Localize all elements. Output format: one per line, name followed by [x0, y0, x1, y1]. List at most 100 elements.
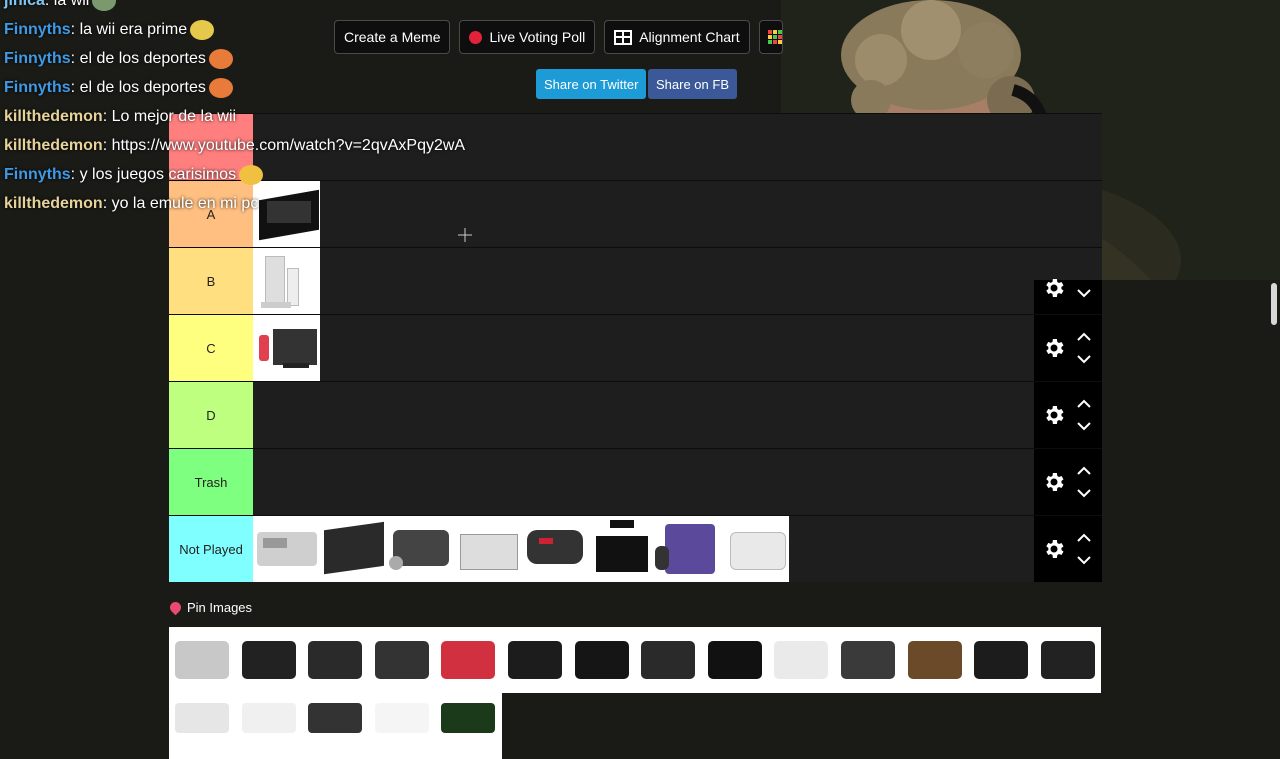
console-image[interactable] [588, 516, 655, 582]
chevron-down-icon[interactable] [1077, 556, 1091, 565]
console-image[interactable] [1034, 627, 1102, 693]
tier-row-b: B [169, 247, 1102, 314]
console-image[interactable] [521, 516, 588, 582]
image-pool [169, 627, 1102, 759]
chat-message: killthedemon: https://www.youtube.com/wa… [4, 131, 524, 160]
console-image[interactable] [834, 627, 902, 693]
tier-label-trash[interactable]: Trash [169, 449, 253, 515]
chevron-up-icon[interactable] [1077, 533, 1091, 542]
more-tools-button[interactable] [758, 20, 783, 54]
console-image[interactable] [302, 693, 369, 759]
chat-text: : yo la emule en mi pc [102, 195, 259, 212]
emote-icon [239, 164, 264, 185]
tier-items-c[interactable] [253, 315, 320, 381]
console-image[interactable] [568, 627, 636, 693]
console-image[interactable] [253, 315, 320, 381]
chat-username: Finnyths [4, 50, 71, 67]
console-image[interactable] [435, 627, 502, 693]
chat-text: : https://www.youtube.com/watch?v=2qvAxP… [102, 137, 466, 154]
tier-label-b[interactable]: B [169, 248, 253, 314]
chat-text: : el de los deportes [70, 79, 206, 96]
tier-controls [1034, 382, 1102, 448]
emote-icon [208, 77, 233, 98]
chat-username: killthedemon [4, 195, 103, 212]
gear-icon[interactable] [1042, 537, 1066, 561]
console-image[interactable] [302, 627, 369, 693]
console-image[interactable] [253, 516, 320, 582]
tier-row-d: D [169, 381, 1102, 448]
console-image[interactable] [320, 516, 387, 582]
gear-icon[interactable] [1042, 470, 1066, 494]
console-image[interactable] [435, 693, 502, 759]
chat-message: killthedemon: Lo mejor de la wii [4, 102, 524, 131]
console-image[interactable] [635, 627, 702, 693]
chat-username: Finnyths [4, 21, 71, 38]
chat-text: : Lo mejor de la wii [102, 108, 237, 125]
console-image[interactable] [722, 516, 789, 582]
chat-username: jinica [4, 0, 45, 9]
tier-row-c: C [169, 314, 1102, 381]
chevron-up-icon[interactable] [1077, 399, 1091, 408]
chat-text: : la wii [44, 0, 90, 9]
tier-label-not-played[interactable]: Not Played [169, 516, 253, 582]
chevron-down-icon[interactable] [1077, 489, 1091, 498]
chat-username: killthedemon [4, 137, 103, 154]
tier-items-b[interactable] [253, 248, 320, 314]
console-image[interactable] [169, 693, 236, 759]
tier-controls [1034, 516, 1102, 582]
console-image[interactable] [235, 693, 303, 759]
scrollbar[interactable] [1271, 283, 1277, 325]
chat-username: killthedemon [4, 108, 103, 125]
tier-controls [1034, 449, 1102, 515]
console-image[interactable] [253, 248, 320, 314]
gear-icon[interactable] [1042, 276, 1066, 300]
console-image[interactable] [655, 516, 722, 582]
console-image[interactable] [387, 516, 454, 582]
tier-controls-partial [1034, 279, 1102, 314]
tier-label-d[interactable]: D [169, 382, 253, 448]
emote-icon [208, 48, 233, 69]
console-image[interactable] [368, 693, 436, 759]
pin-images-toggle[interactable]: Pin Images [167, 599, 253, 616]
chat-message: Finnyths: la wii era prime [4, 15, 524, 44]
chat-overlay: jinica: la wii Finnyths: la wii era prime… [4, 0, 524, 218]
console-image[interactable] [768, 627, 835, 693]
chat-message: Finnyths: el de los deportes [4, 73, 524, 102]
chevron-up-icon[interactable] [1077, 466, 1091, 475]
chat-message: Finnyths: y los juegos carisimos [4, 160, 524, 189]
chevron-down-icon[interactable] [1077, 422, 1091, 431]
grid-icon [614, 29, 633, 45]
gear-icon[interactable] [1042, 403, 1066, 427]
chat-username: Finnyths [4, 166, 71, 183]
console-image[interactable] [968, 627, 1035, 693]
console-image[interactable] [901, 627, 969, 693]
chevron-up-icon[interactable] [1077, 332, 1091, 341]
alignment-chart-button[interactable]: Alignment Chart [604, 20, 750, 54]
chevron-down-icon[interactable] [1077, 289, 1091, 298]
crosshair-cursor-icon [458, 228, 472, 242]
chat-text: : la wii era prime [70, 21, 188, 38]
tier-items-not-played[interactable] [253, 516, 789, 582]
chat-username: Finnyths [4, 79, 71, 96]
console-image[interactable] [701, 627, 769, 693]
tier-row-not-played: Not Played [169, 515, 1102, 582]
chat-message: jinica: la wii [4, 0, 524, 15]
emote-icon [190, 19, 215, 40]
tier-label-c[interactable]: C [169, 315, 253, 381]
chevron-down-icon[interactable] [1077, 355, 1091, 364]
chat-text: : el de los deportes [70, 50, 206, 67]
console-image[interactable] [454, 516, 521, 582]
console-image[interactable] [169, 627, 236, 693]
console-image[interactable] [368, 627, 436, 693]
chat-message: killthedemon: yo la emule en mi pc [4, 189, 524, 218]
chat-message: Finnyths: el de los deportes [4, 44, 524, 73]
share-twitter-button[interactable]: Share on Twitter [536, 69, 647, 99]
gear-icon[interactable] [1042, 336, 1066, 360]
tier-row-trash: Trash [169, 448, 1102, 515]
console-image[interactable] [235, 627, 303, 693]
share-fb-button[interactable]: Share on FB [648, 69, 737, 99]
mosaic-icon [767, 30, 782, 44]
console-image[interactable] [501, 627, 569, 693]
pin-images-label: Pin Images [187, 600, 253, 615]
emote-icon [92, 0, 117, 11]
